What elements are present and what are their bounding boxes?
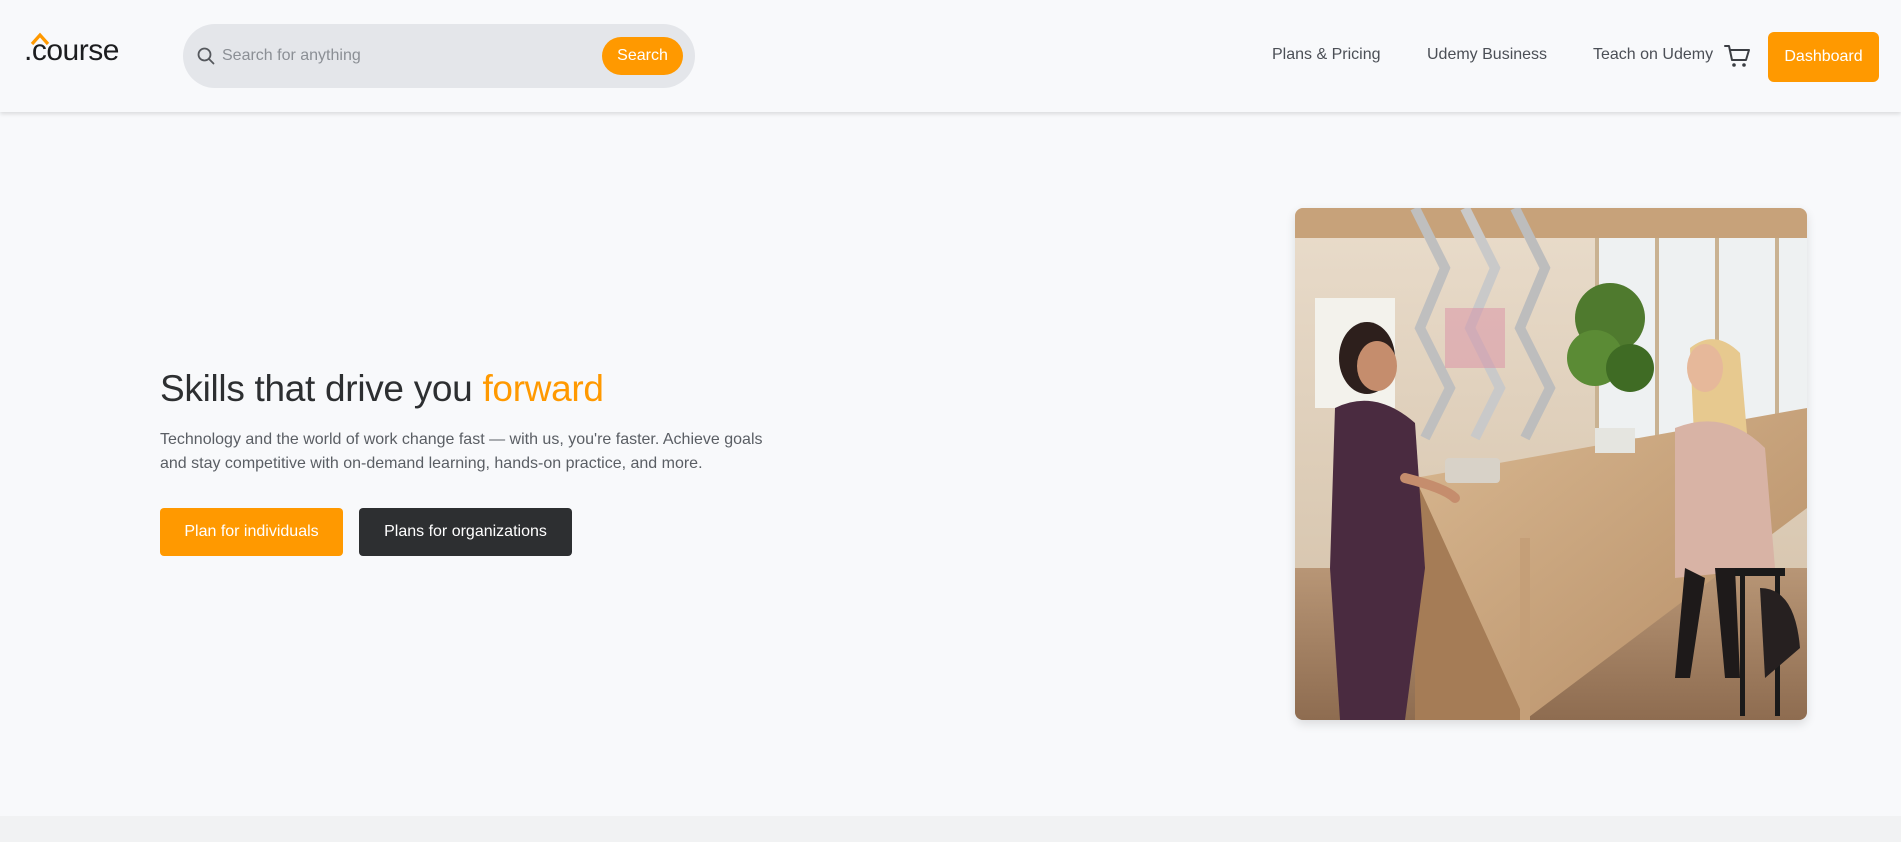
nav-teach-on-udemy[interactable]: Teach on Udemy [1593, 46, 1713, 64]
logo[interactable]: .course [24, 32, 119, 68]
search-icon [197, 47, 215, 65]
plans-for-organizations-button[interactable]: Plans for organizations [359, 508, 572, 556]
site-header: .course Search Plans & Pricing Udemy Bus… [0, 0, 1901, 112]
dashboard-button[interactable]: Dashboard [1768, 32, 1879, 82]
bottom-section-edge [0, 816, 1901, 842]
hero-title-prefix: Skills that drive you [160, 368, 483, 409]
hero-description: Technology and the world of work change … [160, 431, 763, 472]
nav-plans-pricing[interactable]: Plans & Pricing [1272, 46, 1381, 64]
search-input[interactable] [222, 40, 582, 72]
search-bar: Search [183, 24, 695, 88]
plan-for-individuals-button[interactable]: Plan for individuals [160, 508, 343, 556]
search-button[interactable]: Search [602, 37, 683, 75]
hero-title-accent: forward [482, 368, 604, 409]
logo-roof-icon [30, 32, 50, 46]
nav-udemy-business[interactable]: Udemy Business [1427, 46, 1547, 64]
cart-icon[interactable] [1723, 42, 1751, 70]
hero-title: Skills that drive you forward [160, 368, 604, 410]
hero-image [1295, 208, 1807, 720]
office-meeting-illustration [1295, 208, 1807, 720]
